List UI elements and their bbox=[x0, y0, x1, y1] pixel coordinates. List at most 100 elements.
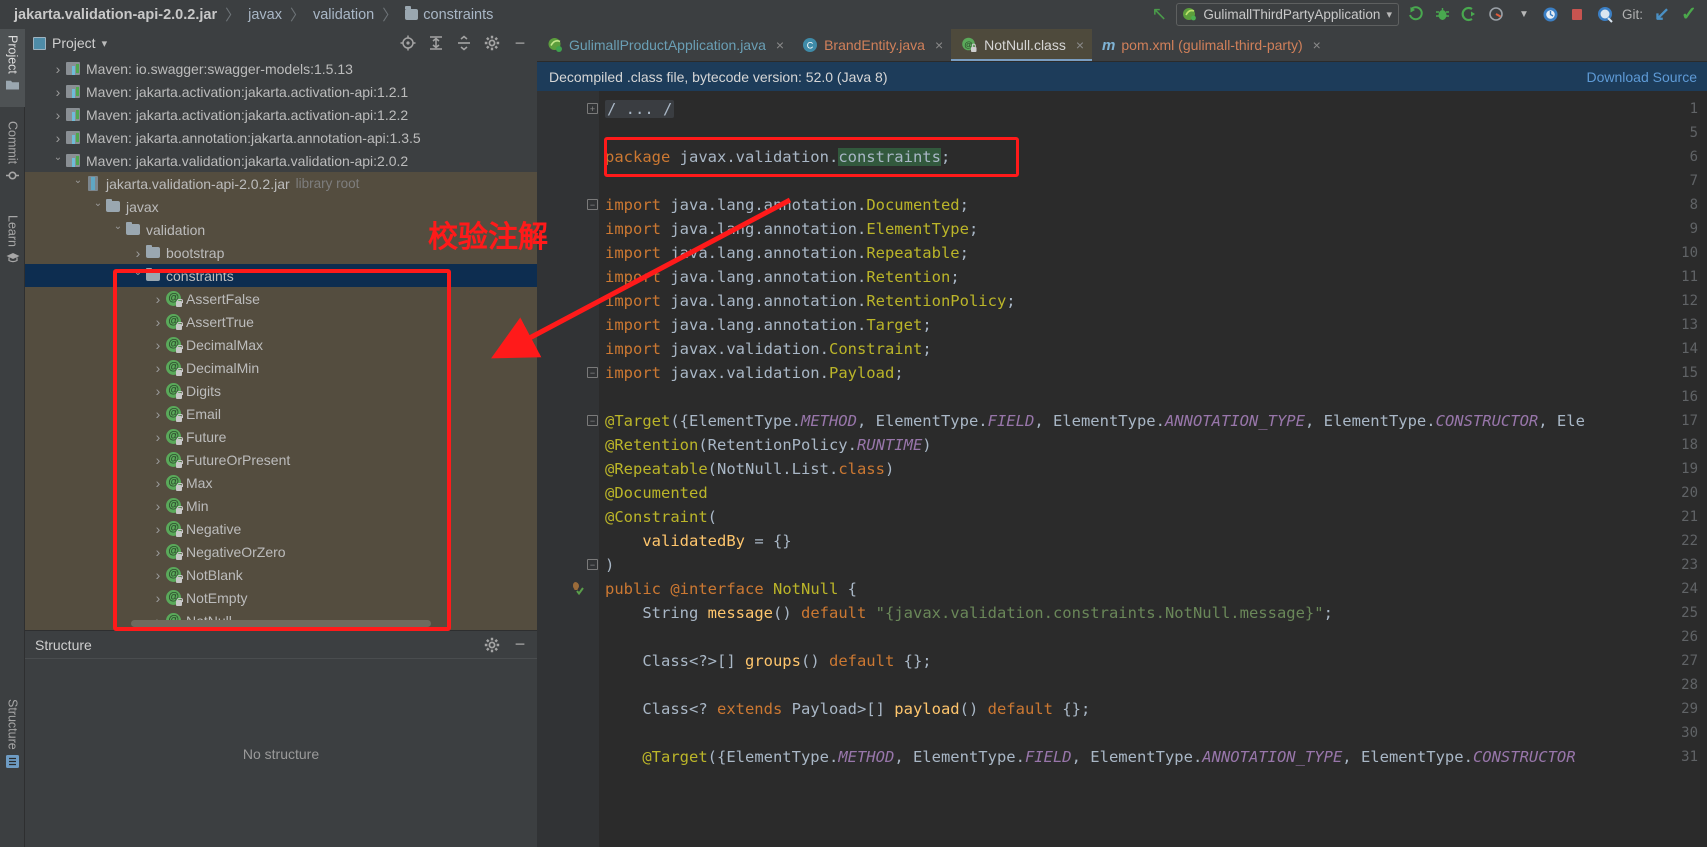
fold-collapse-icon[interactable]: − bbox=[587, 559, 598, 570]
chevron-right-icon[interactable] bbox=[151, 291, 165, 307]
tree-node[interactable]: @FutureOrPresent bbox=[25, 448, 537, 471]
editor-tab[interactable]: m pom.xml (gulimall-third-party) × bbox=[1092, 29, 1329, 61]
chevron-down-icon[interactable] bbox=[91, 201, 105, 212]
download-source-link[interactable]: Download Source bbox=[1586, 69, 1697, 85]
code-line[interactable]: String message() default "{javax.validat… bbox=[605, 601, 1333, 625]
code-line[interactable]: @Documented bbox=[605, 481, 708, 505]
chevron-right-icon[interactable] bbox=[51, 61, 65, 77]
code-line[interactable]: validatedBy = {} bbox=[605, 529, 791, 553]
git-update-icon[interactable]: ↙ bbox=[1652, 5, 1672, 25]
tree-node[interactable]: jakarta.validation-api-2.0.2.jar library … bbox=[25, 172, 537, 195]
breadcrumb-item-validation[interactable]: validation bbox=[309, 7, 378, 23]
code-line[interactable]: @Repeatable(NotNull.List.class) bbox=[605, 457, 894, 481]
chevron-down-icon[interactable] bbox=[111, 224, 125, 235]
code-line[interactable]: / ... / bbox=[605, 97, 675, 121]
fold-collapse-icon[interactable]: − bbox=[587, 415, 598, 426]
chevron-right-icon[interactable] bbox=[131, 245, 145, 261]
close-icon[interactable]: × bbox=[1313, 37, 1321, 53]
profiler-icon[interactable] bbox=[1487, 5, 1507, 25]
services-icon[interactable] bbox=[1541, 5, 1561, 25]
chevron-down-icon[interactable]: ▾ bbox=[1386, 8, 1392, 21]
breadcrumb[interactable]: jakarta.validation-api-2.0.2.jar 〉 javax… bbox=[0, 4, 1149, 25]
search-everywhere-icon[interactable] bbox=[1595, 5, 1615, 25]
chevron-right-icon[interactable] bbox=[151, 498, 165, 514]
tree-node[interactable]: Maven: jakarta.activation:jakarta.activa… bbox=[25, 103, 537, 126]
gear-icon[interactable] bbox=[481, 32, 503, 54]
run-with-coverage-icon[interactable] bbox=[1460, 5, 1480, 25]
chevron-down-icon[interactable] bbox=[51, 155, 65, 166]
code-line[interactable]: import javax.validation.Payload; bbox=[605, 361, 904, 385]
chevron-right-icon[interactable] bbox=[151, 475, 165, 491]
close-icon[interactable]: × bbox=[935, 37, 943, 53]
tree-node[interactable]: constraints bbox=[25, 264, 537, 287]
chevron-down-icon[interactable] bbox=[131, 270, 145, 281]
chevron-right-icon[interactable] bbox=[151, 337, 165, 353]
chevron-right-icon[interactable] bbox=[151, 544, 165, 560]
chevron-right-icon[interactable] bbox=[151, 452, 165, 468]
debug-icon[interactable] bbox=[1433, 5, 1453, 25]
tree-node[interactable]: @Future bbox=[25, 425, 537, 448]
sidebar-item-learn[interactable]: Learn bbox=[0, 209, 25, 283]
locate-icon[interactable] bbox=[397, 32, 419, 54]
stop-icon[interactable] bbox=[1568, 5, 1588, 25]
editor-tab[interactable]: GulimallProductApplication.java × bbox=[537, 29, 792, 61]
sidebar-item-commit[interactable]: Commit bbox=[0, 115, 25, 199]
tree-node[interactable]: @DecimalMin bbox=[25, 356, 537, 379]
close-icon[interactable]: × bbox=[1076, 37, 1084, 53]
sidebar-item-structure[interactable]: Structure bbox=[0, 693, 25, 791]
code-editor[interactable]: 1 + / ... / 5 6 package javax.validation.cons… bbox=[537, 91, 1707, 847]
horizontal-scrollbar[interactable] bbox=[131, 620, 431, 627]
tree-node[interactable]: Maven: jakarta.validation:jakarta.valida… bbox=[25, 149, 537, 172]
code-line[interactable]: import java.lang.annotation.Documented; bbox=[605, 193, 969, 217]
tree-node[interactable]: @NotEmpty bbox=[25, 586, 537, 609]
chevron-down-icon[interactable] bbox=[71, 178, 85, 189]
expand-all-icon[interactable] bbox=[425, 32, 447, 54]
back-arrow-icon[interactable]: ↖ bbox=[1149, 5, 1169, 25]
chevron-right-icon[interactable] bbox=[51, 107, 65, 123]
chevron-right-icon[interactable] bbox=[151, 383, 165, 399]
code-line[interactable]: package javax.validation.constraints; bbox=[605, 145, 950, 169]
run-icon[interactable] bbox=[1406, 5, 1426, 25]
inspection-ok-icon[interactable] bbox=[569, 580, 585, 596]
fold-collapse-icon[interactable]: − bbox=[587, 199, 598, 210]
tree-node[interactable]: @NotBlank bbox=[25, 563, 537, 586]
code-line[interactable]: public @interface NotNull { bbox=[605, 577, 857, 601]
editor-tab[interactable]: C BrandEntity.java × bbox=[792, 29, 951, 61]
breadcrumb-item-jar[interactable]: jakarta.validation-api-2.0.2.jar bbox=[10, 7, 221, 23]
code-line[interactable]: ) bbox=[605, 553, 614, 577]
chevron-down-icon[interactable]: ▾ bbox=[102, 37, 108, 50]
minimize-icon[interactable]: − bbox=[509, 634, 531, 656]
breadcrumb-item-javax[interactable]: javax bbox=[244, 7, 286, 23]
tree-node[interactable]: @Email bbox=[25, 402, 537, 425]
tree-node[interactable]: Maven: jakarta.annotation:jakarta.annota… bbox=[25, 126, 537, 149]
editor-tab[interactable]: @ NotNull.class × bbox=[951, 29, 1093, 61]
breadcrumb-item-constraints[interactable]: constraints bbox=[401, 6, 497, 23]
close-icon[interactable]: × bbox=[776, 37, 784, 53]
run-configuration-selector[interactable]: GulimallThirdPartyApplication ▾ bbox=[1176, 3, 1399, 26]
code-line[interactable]: import java.lang.annotation.RetentionPol… bbox=[605, 289, 1016, 313]
code-line[interactable]: import java.lang.annotation.Repeatable; bbox=[605, 241, 969, 265]
chevron-right-icon[interactable] bbox=[151, 521, 165, 537]
chevron-right-icon[interactable] bbox=[151, 406, 165, 422]
tree-node[interactable]: Maven: io.swagger:swagger-models:1.5.13 bbox=[25, 57, 537, 80]
chevron-right-icon[interactable] bbox=[151, 314, 165, 330]
tree-node[interactable]: @Min bbox=[25, 494, 537, 517]
tree-node[interactable]: @NegativeOrZero bbox=[25, 540, 537, 563]
hide-panel-icon[interactable]: − bbox=[509, 32, 531, 54]
chevron-down-icon[interactable]: ▼ bbox=[1514, 5, 1534, 25]
code-line[interactable]: import java.lang.annotation.ElementType; bbox=[605, 217, 978, 241]
code-line[interactable]: Class<? extends Payload>[] payload() def… bbox=[605, 697, 1090, 721]
tree-node[interactable]: @Max bbox=[25, 471, 537, 494]
chevron-right-icon[interactable] bbox=[151, 429, 165, 445]
tree-node[interactable]: @Digits bbox=[25, 379, 537, 402]
code-line[interactable]: import javax.validation.Constraint; bbox=[605, 337, 932, 361]
tree-node[interactable]: @Negative bbox=[25, 517, 537, 540]
tree-node[interactable]: @DecimalMax bbox=[25, 333, 537, 356]
tree-node[interactable]: Maven: jakarta.activation:jakarta.activa… bbox=[25, 80, 537, 103]
fold-collapse-icon[interactable]: − bbox=[587, 367, 598, 378]
chevron-right-icon[interactable] bbox=[151, 360, 165, 376]
code-line[interactable]: @Target({ElementType.METHOD, ElementType… bbox=[605, 409, 1585, 433]
sidebar-item-project[interactable]: Project bbox=[0, 29, 25, 107]
tree-node[interactable]: @AssertTrue bbox=[25, 310, 537, 333]
chevron-right-icon[interactable] bbox=[151, 590, 165, 606]
